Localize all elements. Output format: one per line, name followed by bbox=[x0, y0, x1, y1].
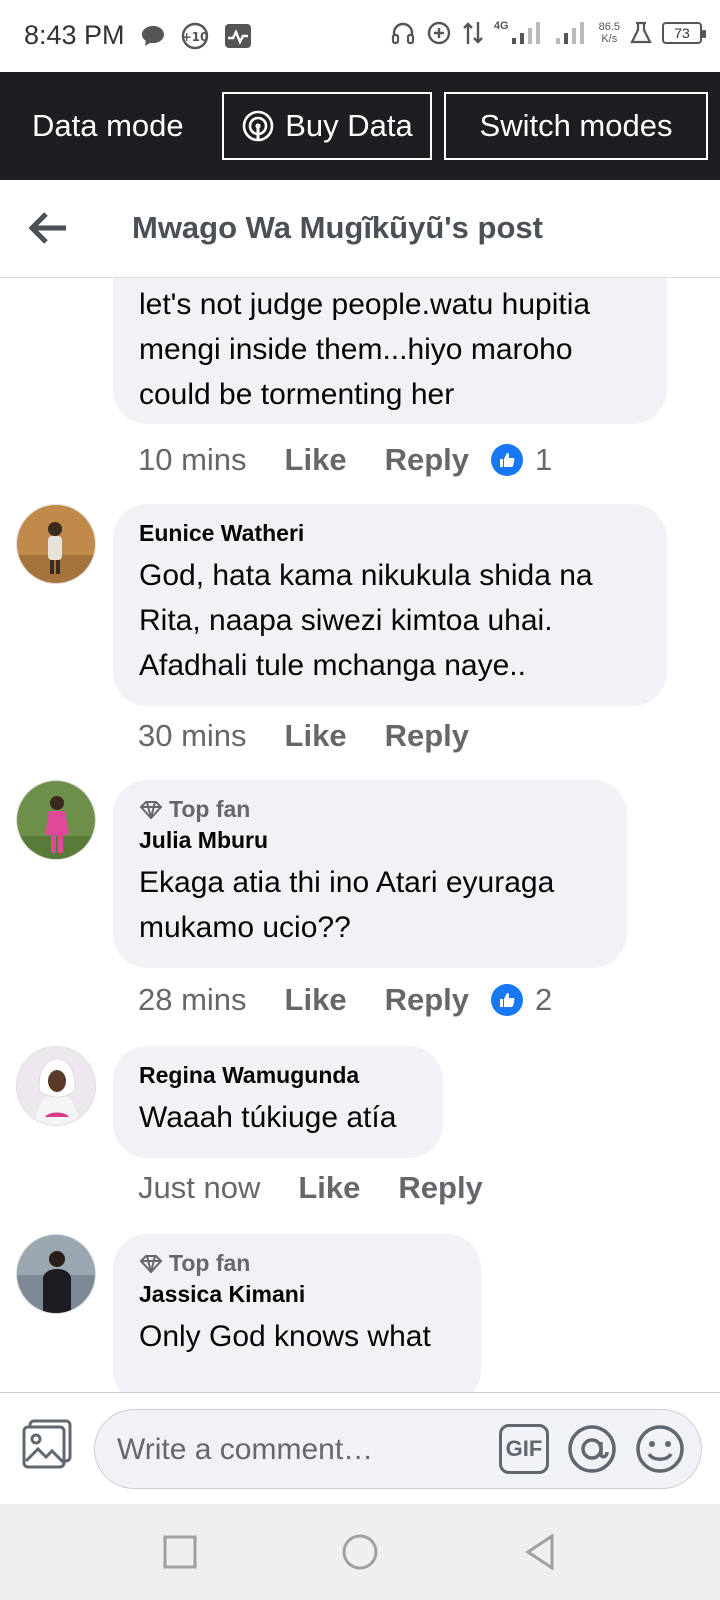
reply-button[interactable]: Reply bbox=[385, 718, 469, 754]
comment-text: Ekaga atia thi ino Atari eyuraga mukamo … bbox=[139, 866, 555, 944]
broadcast-icon bbox=[242, 110, 274, 142]
comment-text: Waaah túkiuge atía bbox=[139, 1101, 397, 1134]
status-time: 8:43 PM bbox=[24, 20, 125, 50]
notification-icons: +10 bbox=[140, 22, 252, 50]
svg-text:+10: +10 bbox=[182, 30, 209, 44]
comment-input[interactable] bbox=[117, 1428, 467, 1472]
comment-bubble[interactable]: Top fan Julia Mburu Ekaga atia thi ino A… bbox=[113, 780, 627, 968]
comments-list[interactable]: let's not judge people.watu hupitia meng… bbox=[0, 278, 720, 1392]
comment-time[interactable]: 10 mins bbox=[138, 442, 247, 478]
comment-author[interactable]: Eunice Watheri bbox=[139, 520, 641, 547]
reply-button[interactable]: Reply bbox=[398, 1170, 482, 1206]
comment-bubble[interactable]: Regina Wamugunda Waaah túkiuge atía bbox=[113, 1046, 443, 1158]
system-nav-bar bbox=[0, 1504, 720, 1600]
buy-data-button[interactable]: Buy Data bbox=[222, 92, 432, 160]
comment-text: let's not judge people.watu hupitia meng… bbox=[139, 288, 591, 411]
comment-text: Only God knows what bbox=[139, 1320, 431, 1353]
thumbs-up-icon bbox=[491, 984, 523, 1016]
comment-author[interactable]: Regina Wamugunda bbox=[139, 1062, 417, 1089]
like-button[interactable]: Like bbox=[285, 442, 347, 478]
avatar[interactable] bbox=[16, 1046, 96, 1126]
avatar[interactable] bbox=[16, 504, 96, 584]
flask-icon bbox=[630, 21, 652, 44]
activity-icon bbox=[225, 24, 251, 48]
comment-time[interactable]: 30 mins bbox=[138, 718, 247, 754]
chat-bubble-icon bbox=[142, 26, 164, 46]
comment-actions: 30 mins Like Reply bbox=[138, 714, 507, 758]
gif-button[interactable]: GIF bbox=[499, 1424, 549, 1474]
comment-bubble[interactable]: let's not judge people.watu hupitia meng… bbox=[113, 278, 667, 424]
plus-ten-icon: +10 bbox=[182, 22, 209, 50]
reaction-number: 1 bbox=[535, 442, 553, 477]
back-arrow-icon[interactable] bbox=[26, 208, 70, 248]
buy-data-label: Buy Data bbox=[285, 108, 413, 143]
comment-time[interactable]: Just now bbox=[138, 1170, 260, 1206]
signal-icon bbox=[511, 22, 540, 44]
top-fan-badge: Top fan bbox=[139, 1250, 455, 1277]
like-button[interactable]: Like bbox=[285, 718, 347, 754]
comment-actions: Just now Like Reply bbox=[138, 1166, 521, 1210]
reaction-number: 2 bbox=[535, 982, 553, 1017]
comment-actions: 10 mins Like Reply 1 bbox=[138, 438, 552, 482]
system-icons: 4G 86.5 K/s 73 bbox=[390, 20, 706, 46]
comment-input-container[interactable]: GIF bbox=[94, 1409, 702, 1489]
home-circle-icon[interactable] bbox=[340, 1532, 380, 1572]
comment-time[interactable]: 28 mins bbox=[138, 982, 247, 1018]
diamond-icon bbox=[139, 1254, 163, 1273]
network-type: 4G bbox=[493, 20, 509, 32]
avatar[interactable] bbox=[16, 1234, 96, 1314]
recents-square-icon[interactable] bbox=[160, 1532, 200, 1572]
comment-bubble[interactable]: Top fan Jassica Kimani Only God knows wh… bbox=[113, 1234, 481, 1392]
diamond-icon bbox=[139, 800, 163, 819]
data-mode-label: Data mode bbox=[32, 108, 184, 143]
thumbs-up-icon bbox=[491, 444, 523, 476]
like-button[interactable]: Like bbox=[285, 982, 347, 1018]
data-saver-icon bbox=[427, 21, 451, 45]
data-transfer-icon bbox=[463, 22, 483, 44]
switch-modes-label: Switch modes bbox=[479, 108, 673, 143]
comment-composer: GIF bbox=[0, 1392, 720, 1504]
photo-icon[interactable] bbox=[20, 1417, 74, 1471]
top-fan-label: Top fan bbox=[169, 1250, 251, 1276]
reaction-count[interactable]: 1 bbox=[491, 442, 552, 478]
page-title: Mwago Wa Mugĩkũyũ's post bbox=[132, 210, 543, 245]
data-mode-bar: Data mode Buy Data Switch modes bbox=[0, 72, 720, 180]
reply-button[interactable]: Reply bbox=[385, 982, 469, 1018]
headset-icon bbox=[391, 22, 414, 45]
comment-author[interactable]: Julia Mburu bbox=[139, 827, 601, 854]
top-fan-badge: Top fan bbox=[139, 796, 601, 823]
emoji-icon[interactable] bbox=[633, 1422, 687, 1476]
signal-icon-secondary bbox=[555, 22, 584, 44]
mention-icon[interactable] bbox=[565, 1422, 619, 1476]
top-fan-label: Top fan bbox=[169, 796, 251, 822]
comment-text: God, hata kama nikukula shida na Rita, n… bbox=[139, 559, 593, 682]
battery-indicator: 73 bbox=[662, 22, 706, 44]
network-speed: 86.5 K/s bbox=[598, 21, 620, 45]
status-bar: 8:43 PM +10 4G 86.5 K/s 73 bbox=[0, 0, 720, 72]
post-header: Mwago Wa Mugĩkũyũ's post bbox=[0, 180, 720, 278]
reply-button[interactable]: Reply bbox=[385, 442, 469, 478]
comment-bubble[interactable]: Eunice Watheri God, hata kama nikukula s… bbox=[113, 504, 667, 706]
reaction-count[interactable]: 2 bbox=[491, 982, 552, 1018]
avatar[interactable] bbox=[16, 780, 96, 860]
back-triangle-icon[interactable] bbox=[520, 1532, 560, 1572]
like-button[interactable]: Like bbox=[298, 1170, 360, 1206]
comment-actions: 28 mins Like Reply 2 bbox=[138, 978, 552, 1022]
comment-author[interactable]: Jassica Kimani bbox=[139, 1281, 455, 1308]
switch-modes-button[interactable]: Switch modes bbox=[444, 92, 708, 160]
